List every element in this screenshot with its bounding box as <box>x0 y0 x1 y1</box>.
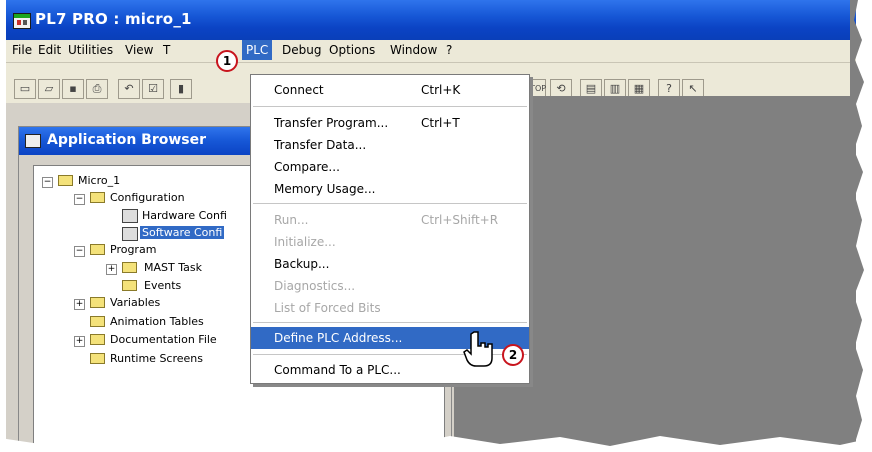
menu-item-initialize[interactable]: Initialize... <box>251 231 529 253</box>
menu-item-diagnostics[interactable]: Diagnostics... <box>251 275 529 297</box>
menu-item-compare[interactable]: Compare... <box>251 156 529 178</box>
tree-node-program[interactable]: Program <box>110 243 156 256</box>
folder-icon <box>122 280 137 291</box>
memory-usage-label: Memory Usage... <box>274 182 376 196</box>
connect-shortcut: Ctrl+K <box>421 83 461 97</box>
collapse-root-icon[interactable]: − <box>42 177 53 188</box>
tree-node-mast-task[interactable]: MAST Task <box>144 261 202 274</box>
hand-cursor-icon <box>463 331 493 367</box>
compare-label: Compare... <box>274 160 340 174</box>
expand-documentation-icon[interactable]: + <box>74 336 85 347</box>
folder-icon <box>90 244 105 255</box>
tree-node-events[interactable]: Events <box>144 279 181 292</box>
browser-window-icon <box>25 134 41 148</box>
tree-node-runtime-screens[interactable]: Runtime Screens <box>110 352 203 365</box>
window-title: PL7 PRO : micro_1 <box>35 10 192 28</box>
menu-separator <box>253 322 527 323</box>
folder-icon <box>90 316 105 327</box>
menu-item-run[interactable]: Run... Ctrl+Shift+R <box>251 209 529 231</box>
menu-tools[interactable]: T <box>163 43 170 57</box>
folder-icon <box>90 297 105 308</box>
menu-item-transfer-program[interactable]: Transfer Program... Ctrl+T <box>251 112 529 134</box>
tree-node-root[interactable]: Micro_1 <box>78 174 120 187</box>
menu-edit[interactable]: Edit <box>38 43 61 57</box>
save-icon[interactable]: ▪ <box>62 79 84 99</box>
menu-options[interactable]: Options <box>329 43 375 57</box>
folder-icon <box>58 175 73 186</box>
browser-title: Application Browser <box>47 132 207 148</box>
app-icon <box>13 13 31 29</box>
backup-label: Backup... <box>274 257 330 271</box>
menu-bar: File Edit Utilities View T PLC Debug Opt… <box>6 40 856 63</box>
menu-item-memory-usage[interactable]: Memory Usage... <box>251 178 529 200</box>
define-address-label: Define PLC Address... <box>274 331 403 345</box>
tree-node-animation-tables[interactable]: Animation Tables <box>110 315 204 328</box>
menu-separator <box>253 106 527 107</box>
torn-edge-bottom <box>0 436 872 452</box>
folder-icon <box>90 353 105 364</box>
transfer-program-shortcut: Ctrl+T <box>421 116 460 130</box>
expand-variables-icon[interactable]: + <box>74 299 85 310</box>
folder-icon <box>90 192 105 203</box>
transfer-program-label: Transfer Program... <box>274 116 389 130</box>
transfer-data-label: Transfer Data... <box>274 138 367 152</box>
menu-item-transfer-data[interactable]: Transfer Data... <box>251 134 529 156</box>
run-label: Run... <box>274 213 309 227</box>
undo-icon[interactable]: ↶ <box>118 79 140 99</box>
open-folder-icon[interactable]: ▱ <box>38 79 60 99</box>
folder-icon <box>90 334 105 345</box>
print-icon[interactable]: ⎙ <box>86 79 108 99</box>
menu-separator <box>253 203 527 204</box>
menu-help[interactable]: ? <box>446 43 452 57</box>
connect-label: Connect <box>274 83 324 97</box>
main-window: PL7 PRO : micro_1 File Edit Utilities Vi… <box>6 0 856 446</box>
expand-mast-icon[interactable]: + <box>106 264 117 275</box>
menu-item-forced-bits[interactable]: List of Forced Bits <box>251 297 529 319</box>
menu-item-connect[interactable]: Connect Ctrl+K <box>251 79 529 101</box>
command-label: Command To a PLC... <box>274 363 401 377</box>
hardware-config-icon <box>122 209 138 223</box>
torn-edge-decoration <box>850 0 864 452</box>
collapse-configuration-icon[interactable]: − <box>74 194 85 205</box>
menu-view[interactable]: View <box>125 43 153 57</box>
new-file-icon[interactable]: ▭ <box>14 79 36 99</box>
tree-node-variables[interactable]: Variables <box>110 296 160 309</box>
software-config-icon <box>122 227 138 241</box>
menu-file[interactable]: File <box>12 43 32 57</box>
forced-bits-label: List of Forced Bits <box>274 301 381 315</box>
menu-utilities[interactable]: Utilities <box>68 43 113 57</box>
diagnostics-label: Diagnostics... <box>274 279 356 293</box>
tree-node-hardware-config[interactable]: Hardware Confi <box>142 209 227 222</box>
step-callout-1: 1 <box>216 50 238 72</box>
menu-plc[interactable]: PLC <box>242 40 273 60</box>
title-bar[interactable]: PL7 PRO : micro_1 <box>6 0 856 40</box>
menu-item-backup[interactable]: Backup... <box>251 253 529 275</box>
step-callout-2: 2 <box>502 344 524 366</box>
tree-node-documentation-file[interactable]: Documentation File <box>110 333 217 346</box>
tree-node-configuration[interactable]: Configuration <box>110 191 185 204</box>
menu-debug[interactable]: Debug <box>282 43 321 57</box>
initialize-label: Initialize... <box>274 235 336 249</box>
tree-node-software-config[interactable]: Software Confi <box>140 226 225 239</box>
collapse-program-icon[interactable]: − <box>74 246 85 257</box>
tool-icon[interactable]: ▮ <box>170 79 192 99</box>
check-icon[interactable]: ☑ <box>142 79 164 99</box>
folder-icon <box>122 262 137 273</box>
run-shortcut: Ctrl+Shift+R <box>421 213 499 227</box>
menu-window[interactable]: Window <box>390 43 437 57</box>
